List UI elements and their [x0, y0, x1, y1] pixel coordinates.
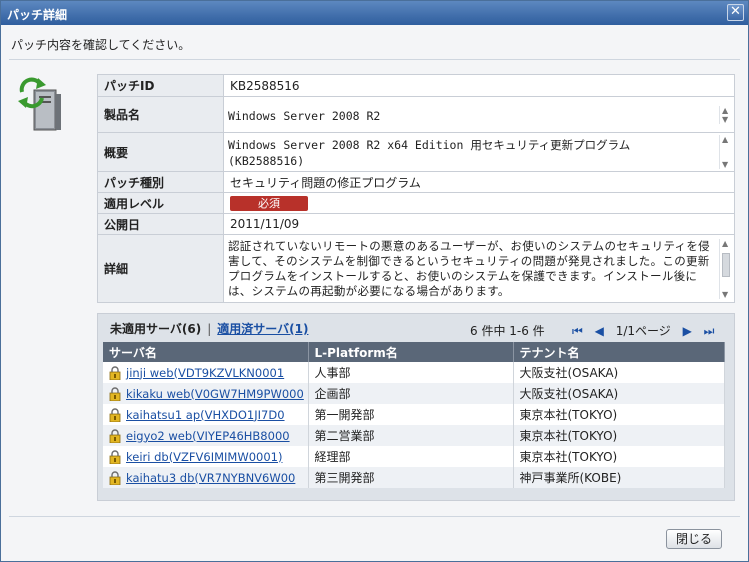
- table-row[interactable]: keiri db(VZFV6IMIMW0001) 経理部 東京本社(TOKYO): [103, 446, 725, 467]
- tab-unapplied-servers[interactable]: 未適用サーバ(6): [110, 322, 201, 336]
- table-row[interactable]: kaihatsu1 ap(VHXDO1JI7D0 第一開発部 東京本社(TOKYO): [103, 404, 725, 425]
- tenant-cell: 神戸事業所(KOBE): [513, 467, 725, 488]
- type-label: パッチ種別: [97, 171, 224, 193]
- platform-cell: 第二営業部: [308, 425, 514, 446]
- server-name-link[interactable]: kaihatu3 db(VR7NYBNV6W00: [126, 471, 295, 485]
- server-name-link[interactable]: kikaku web(V0GW7HM9PW000: [126, 387, 304, 401]
- close-icon[interactable]: ✕: [727, 4, 744, 21]
- tab-applied-servers[interactable]: 適用済サーバ(1): [217, 322, 308, 336]
- lock-warning-icon: [109, 365, 121, 380]
- page-indicator: 1/1ページ: [615, 324, 671, 338]
- detail-label: 詳細: [97, 234, 224, 303]
- tenant-cell: 東京本社(TOKYO): [513, 404, 725, 425]
- type-value: セキュリティ問題の修正プログラム: [223, 171, 735, 193]
- summary-value: Windows Server 2008 R2 x64 Edition 用セキュリ…: [228, 138, 631, 168]
- window-title: パッチ詳細: [7, 8, 68, 22]
- tenant-cell: 大阪支社(OSAKA): [513, 362, 725, 383]
- column-header-server[interactable]: サーバ名: [103, 342, 309, 362]
- close-button[interactable]: 閉じる: [666, 529, 722, 549]
- summary-label: 概要: [97, 132, 224, 172]
- platform-cell: 経理部: [308, 446, 514, 467]
- divider: [9, 516, 740, 517]
- platform-cell: 人事部: [308, 362, 514, 383]
- server-panel: 未適用サーバ(6) | 適用済サーバ(1) 6 件中 1-6 件 ⏮ ◀ 1/1ペー…: [97, 313, 735, 501]
- table-row[interactable]: eigyo2 web(VIYEP46HB8000 第二営業部 東京本社(TOKYO): [103, 425, 725, 446]
- required-badge: 必須: [230, 195, 308, 211]
- server-tabs: 未適用サーバ(6) | 適用済サーバ(1): [110, 320, 308, 337]
- divider: [9, 59, 740, 60]
- table-row[interactable]: kaihatu3 db(VR7NYBNV6W00 第三開発部 神戸事業所(KOBE): [103, 467, 725, 488]
- table-row[interactable]: jinji web(VDT9KZVLKN0001 人事部 大阪支社(OSAKA): [103, 362, 725, 383]
- level-label: 適用レベル: [97, 192, 224, 214]
- lock-warning-icon: [109, 428, 121, 443]
- platform-cell: 第一開発部: [308, 404, 514, 425]
- scrollbar[interactable]: ▲ ▼: [719, 238, 732, 299]
- column-header-platform[interactable]: L-Platform名: [308, 342, 514, 362]
- server-table: サーバ名 L-Platform名 テナント名 jinji web(VDT9KZV…: [103, 342, 725, 488]
- result-count: 6 件中 1-6 件: [470, 324, 545, 338]
- titlebar: パッチ詳細 ✕: [1, 1, 748, 25]
- date-value: 2011/11/09: [223, 213, 735, 235]
- column-header-tenant[interactable]: テナント名: [513, 342, 725, 362]
- platform-cell: 第三開発部: [308, 467, 514, 488]
- pager: ⏮ ◀ 1/1ページ ▶ ⏭: [572, 322, 714, 339]
- server-name-link[interactable]: kaihatsu1 ap(VHXDO1JI7D0: [126, 408, 285, 422]
- detail-value: 認証されていないリモートの悪意のあるユーザーが、お使いのシステムのセキュリティを…: [228, 238, 710, 298]
- server-name-link[interactable]: jinji web(VDT9KZVLKN0001: [126, 366, 284, 380]
- tenant-cell: 東京本社(TOKYO): [513, 425, 725, 446]
- server-name-link[interactable]: eigyo2 web(VIYEP46HB8000: [126, 429, 290, 443]
- product-label: 製品名: [97, 96, 224, 133]
- patch-detail-dialog: パッチ詳細 ✕ パッチ内容を確認してください。 パッチID KB2588516 …: [0, 0, 749, 562]
- detail-textarea[interactable]: 認証されていないリモートの悪意のあるユーザーが、お使いのシステムのセキュリティを…: [224, 237, 734, 301]
- tenant-cell: 東京本社(TOKYO): [513, 446, 725, 467]
- table-row[interactable]: kikaku web(V0GW7HM9PW000 企画部 大阪支社(OSAKA): [103, 383, 725, 404]
- lock-warning-icon: [109, 407, 121, 422]
- next-page-icon[interactable]: ▶: [683, 324, 692, 338]
- lock-warning-icon: [109, 470, 121, 485]
- lock-warning-icon: [109, 449, 121, 464]
- scrollbar[interactable]: ▲ ▼: [719, 105, 732, 124]
- tab-separator: |: [207, 322, 212, 336]
- product-textarea[interactable]: Windows Server 2008 R2 ▲ ▼: [224, 104, 734, 126]
- scrollbar[interactable]: ▲ ▼: [719, 135, 732, 169]
- first-page-icon[interactable]: ⏮: [572, 324, 583, 339]
- server-name-link[interactable]: keiri db(VZFV6IMIMW0001): [126, 450, 282, 464]
- platform-cell: 企画部: [308, 383, 514, 404]
- prev-page-icon[interactable]: ◀: [595, 324, 604, 338]
- patch-id-label: パッチID: [97, 74, 224, 97]
- product-value: Windows Server 2008 R2: [228, 108, 381, 123]
- patch-detail-table: パッチID KB2588516 製品名 Windows Server 2008 …: [97, 74, 735, 303]
- server-update-icon: [18, 77, 61, 131]
- summary-textarea[interactable]: Windows Server 2008 R2 x64 Edition 用セキュリ…: [224, 133, 734, 171]
- last-page-icon[interactable]: ⏭: [704, 324, 715, 339]
- date-label: 公開日: [97, 213, 224, 235]
- patch-id-value: KB2588516: [223, 74, 735, 97]
- lock-warning-icon: [109, 386, 121, 401]
- tenant-cell: 大阪支社(OSAKA): [513, 383, 725, 404]
- instruction-message: パッチ内容を確認してください。: [11, 38, 191, 52]
